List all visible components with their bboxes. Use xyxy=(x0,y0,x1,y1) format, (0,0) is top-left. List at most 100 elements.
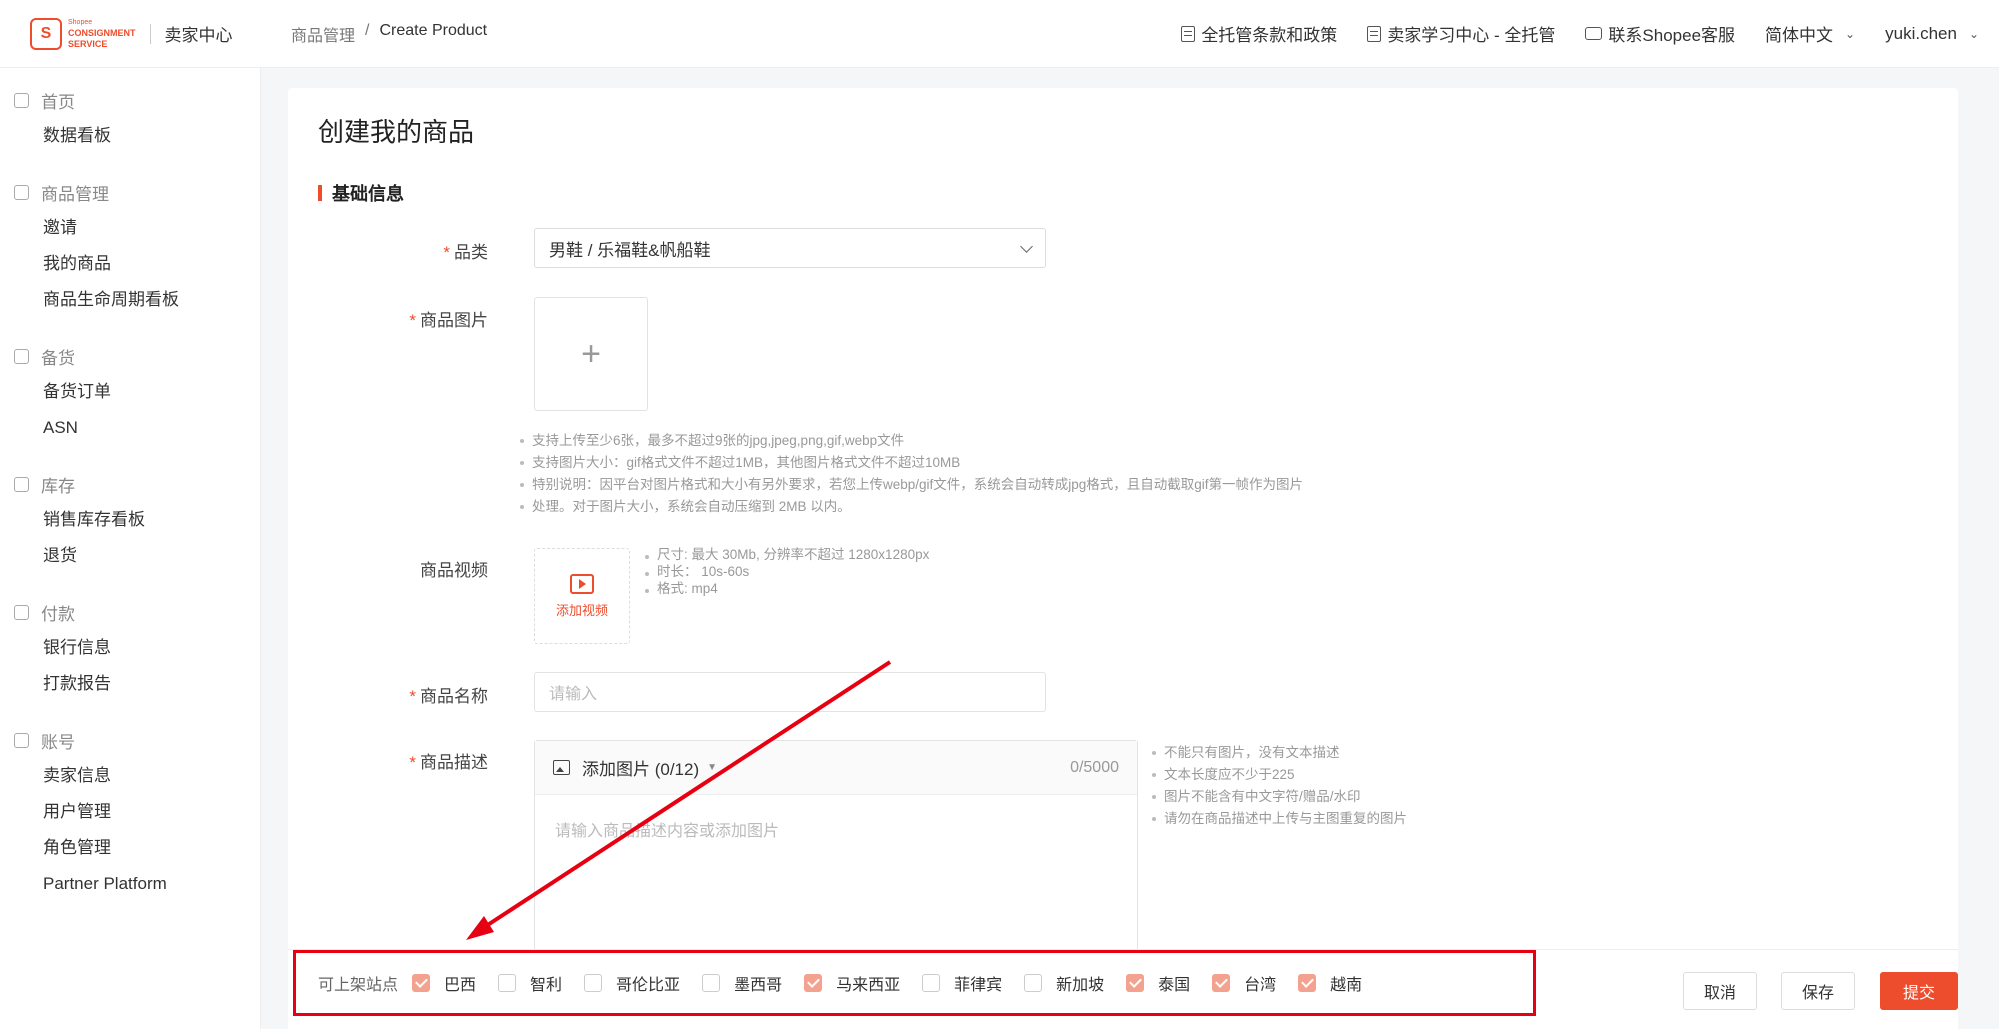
save-button[interactable]: 保存 xyxy=(1781,972,1855,1010)
description-label: * 商品描述 xyxy=(288,748,488,773)
checkbox-unchecked[interactable] xyxy=(1024,974,1043,992)
sidebar-item-partner-platform[interactable]: Partner Platform xyxy=(0,866,260,902)
checkbox-checked[interactable] xyxy=(804,974,823,992)
chat-icon xyxy=(1585,27,1603,40)
checkbox-unchecked[interactable] xyxy=(498,974,517,992)
site-label: 马来西亚 xyxy=(836,977,901,994)
site-checkbox-taiwan[interactable]: 台湾 xyxy=(1212,971,1276,995)
header-right: 全托管条款和政策 卖家学习中心 - 全托管 联系Shopee客服 简体中文 ⌄ … xyxy=(1181,21,1999,46)
description-hints: 不能只有图片，没有文本描述 文本长度应不少于225 图片不能含有中文字符/赠品/… xyxy=(1150,742,1407,830)
category-label-text: 品类 xyxy=(454,243,488,262)
sidebar-item-role-management[interactable]: 角色管理 xyxy=(0,830,260,866)
top-header: S Shopee CONSIGNMENT SERVICE 卖家中心 商品管理 /… xyxy=(0,0,1999,68)
site-checkbox-malaysia[interactable]: 马来西亚 xyxy=(804,971,900,995)
category-value: 男鞋 / 乐福鞋&帆船鞋 xyxy=(549,240,711,260)
image-hints: 支持上传至少6张，最多不超过9张的jpg,jpeg,png,gif,webp文件… xyxy=(518,430,1303,518)
checkbox-unchecked[interactable] xyxy=(584,974,603,992)
description-hint: 图片不能含有中文字符/赠品/水印 xyxy=(1150,786,1407,808)
sidebar-item-stock-orders[interactable]: 备货订单 xyxy=(0,374,260,410)
checkbox-checked[interactable] xyxy=(1298,974,1317,992)
chevron-down-icon xyxy=(1020,239,1033,253)
category-select[interactable]: 男鞋 / 乐福鞋&帆船鞋 xyxy=(534,228,1046,268)
description-hint: 请勿在商品描述中上传与主图重复的图片 xyxy=(1150,808,1407,830)
site-checkbox-brazil[interactable]: 巴西 xyxy=(412,971,476,995)
sidebar-item-sales-inventory[interactable]: 销售库存看板 xyxy=(0,502,260,538)
footer-bar: 可上架站点 巴西 智利 哥伦比亚 墨西哥 马来西亚 菲律宾 新加坡 泰国 台湾 … xyxy=(288,949,1958,1029)
user-menu[interactable]: yuki.chen ⌄ xyxy=(1885,24,1979,44)
image-hint: 支持上传至少6张，最多不超过9张的jpg,jpeg,png,gif,webp文件 xyxy=(518,430,1303,452)
video-hints: 尺寸: 最大 30Mb, 分辨率不超过 1280x1280px 时长： 10s-… xyxy=(643,546,929,597)
site-checkbox-chile[interactable]: 智利 xyxy=(498,971,562,995)
sites-label: 可上架站点 xyxy=(318,977,399,994)
category-label: * 品类 xyxy=(288,238,488,263)
home-icon xyxy=(14,92,29,108)
sidebar-group-payment: 付款 xyxy=(0,594,260,630)
policy-link[interactable]: 全托管条款和政策 xyxy=(1181,21,1337,46)
sidebar-item-invite[interactable]: 邀请 xyxy=(0,210,260,246)
description-hint: 文本长度应不少于225 xyxy=(1150,764,1407,786)
image-hint-continued: 处理。对于图片大小，系统会自动压缩到 2MB 以内。 xyxy=(518,496,1303,518)
clipboard-icon xyxy=(14,348,29,364)
sidebar-item-user-management[interactable]: 用户管理 xyxy=(0,794,260,830)
checkbox-unchecked[interactable] xyxy=(702,974,721,992)
site-label: 新加坡 xyxy=(1056,977,1105,994)
sidebar-item-dashboard[interactable]: 数据看板 xyxy=(0,118,260,154)
breadcrumb-separator: / xyxy=(365,21,370,39)
add-image-dropdown[interactable]: 添加图片 (0/12) xyxy=(582,755,699,780)
site-checkbox-vietnam[interactable]: 越南 xyxy=(1298,971,1362,995)
site-label: 巴西 xyxy=(444,977,477,994)
checkbox-checked[interactable] xyxy=(1212,974,1231,992)
sidebar-group-home: 首页 xyxy=(0,82,260,118)
submit-button[interactable]: 提交 xyxy=(1880,972,1958,1010)
sidebar-group-label: 首页 xyxy=(41,92,75,112)
learning-center-link[interactable]: 卖家学习中心 - 全托管 xyxy=(1367,21,1555,46)
user-icon xyxy=(14,732,29,748)
site-checkbox-thailand[interactable]: 泰国 xyxy=(1126,971,1190,995)
sidebar-item-payout-report[interactable]: 打款报告 xyxy=(0,666,260,702)
sites-highlight-box: 可上架站点 巴西 智利 哥伦比亚 墨西哥 马来西亚 菲律宾 新加坡 泰国 台湾 … xyxy=(293,950,1536,1016)
breadcrumb-current: Create Product xyxy=(379,21,488,39)
product-name-input[interactable]: 请输入 xyxy=(534,672,1046,712)
checkbox-checked[interactable] xyxy=(412,974,431,992)
sidebar-item-asn[interactable]: ASN xyxy=(0,410,260,446)
site-checkbox-colombia[interactable]: 哥伦比亚 xyxy=(584,971,680,995)
customer-service-link[interactable]: 联系Shopee客服 xyxy=(1585,21,1735,46)
add-video-button[interactable]: 添加视频 xyxy=(534,548,630,644)
site-checkbox-singapore[interactable]: 新加坡 xyxy=(1024,971,1104,995)
logo-area[interactable]: S Shopee CONSIGNMENT SERVICE 卖家中心 xyxy=(0,0,261,68)
video-hint: 时长： 10s-60s xyxy=(643,563,929,580)
image-icon xyxy=(553,760,570,775)
username: yuki.chen xyxy=(1885,23,1957,43)
language-label: 简体中文 xyxy=(1765,26,1834,45)
checkbox-checked[interactable] xyxy=(1126,974,1145,992)
video-hint: 尺寸: 最大 30Mb, 分辨率不超过 1280x1280px xyxy=(643,546,929,563)
description-toolbar: 添加图片 (0/12) ▼ 0/5000 xyxy=(535,741,1137,795)
video-icon xyxy=(570,573,594,594)
logo-divider xyxy=(149,23,151,44)
product-name-label-text: 商品名称 xyxy=(420,687,488,706)
sidebar-item-bank-info[interactable]: 银行信息 xyxy=(0,630,260,666)
sidebar-item-seller-info[interactable]: 卖家信息 xyxy=(0,758,260,794)
checkbox-unchecked[interactable] xyxy=(922,974,941,992)
caret-down-icon: ▼ xyxy=(707,762,718,773)
cancel-button[interactable]: 取消 xyxy=(1683,972,1757,1010)
main-content: 创建我的商品 基础信息 * 品类 男鞋 / 乐福鞋&帆船鞋 * 商品图片 + 支持上… xyxy=(288,88,1958,1029)
sidebar-item-lifecycle[interactable]: 商品生命周期看板 xyxy=(0,282,260,318)
site-label: 越南 xyxy=(1330,977,1363,994)
learning-center-label: 卖家学习中心 - 全托管 xyxy=(1387,26,1556,45)
app-title: 卖家中心 xyxy=(164,26,233,45)
site-checkbox-mexico[interactable]: 墨西哥 xyxy=(702,971,782,995)
product-icon xyxy=(14,184,29,200)
image-upload-button[interactable]: + xyxy=(534,297,648,411)
site-label: 墨西哥 xyxy=(734,977,783,994)
sidebar-item-my-products[interactable]: 我的商品 xyxy=(0,246,260,282)
breadcrumb-product-management[interactable]: 商品管理 xyxy=(291,22,355,46)
video-hint: 格式: mp4 xyxy=(643,580,929,597)
site-checkbox-philippines[interactable]: 菲律宾 xyxy=(922,971,1002,995)
description-editor[interactable]: 添加图片 (0/12) ▼ 0/5000 请输入商品描述内容或添加图片 xyxy=(534,740,1138,960)
language-selector[interactable]: 简体中文 ⌄ xyxy=(1765,21,1855,46)
site-label: 哥伦比亚 xyxy=(616,977,681,994)
sidebar-group-account: 账号 xyxy=(0,722,260,758)
plus-icon: + xyxy=(581,334,601,373)
sidebar-item-returns[interactable]: 退货 xyxy=(0,538,260,574)
